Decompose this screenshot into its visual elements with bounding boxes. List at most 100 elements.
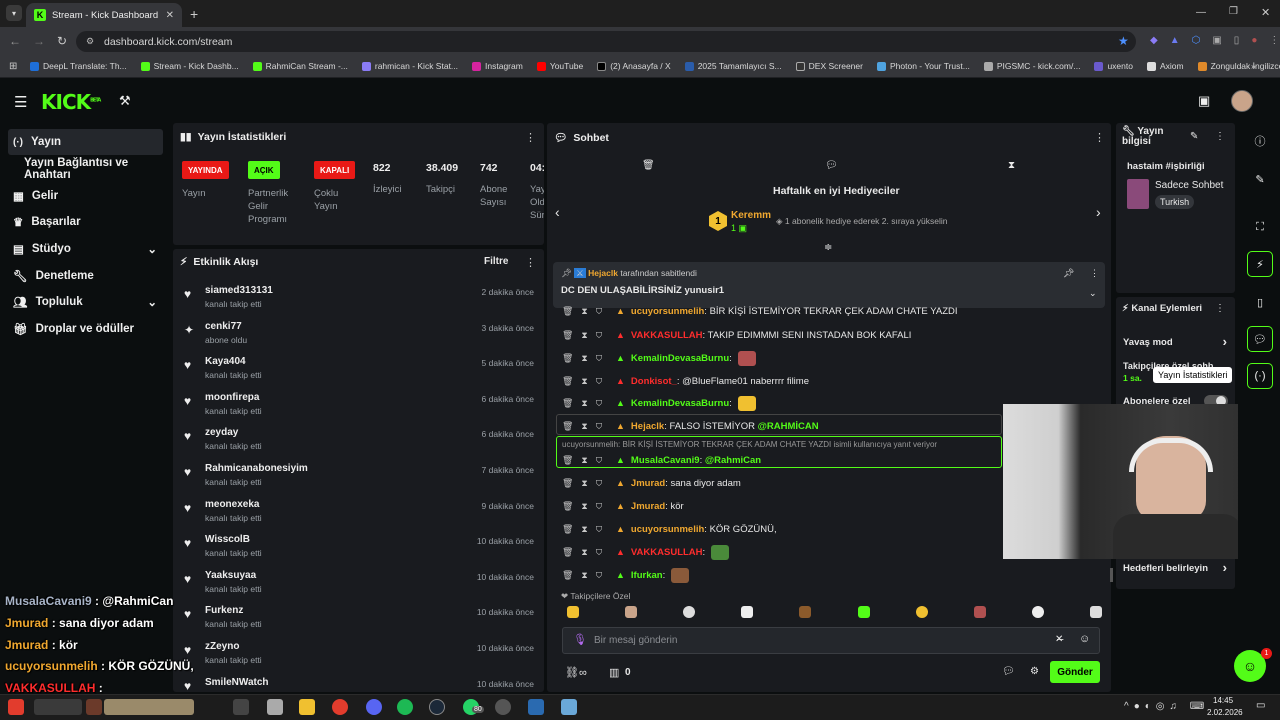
hamburger-menu-icon[interactable]: ☰ [14, 93, 27, 111]
browser-tab-active[interactable]: K Stream - Kick Dashboard ✕ [26, 3, 182, 27]
sidebar-item-stream-key[interactable]: Yayın Bağlantısı ve Anahtarı [8, 156, 172, 182]
activity-event[interactable]: ♥ meonexeka kanalı takip etti 9 dakika önce [184, 499, 536, 533]
slow-mode-item[interactable]: Yavaş mod › [1123, 334, 1229, 349]
channel-actions-menu-icon[interactable]: ⋮ [1215, 303, 1225, 314]
emote-icon[interactable] [683, 606, 696, 618]
emote-icon[interactable] [741, 606, 754, 618]
discord-icon[interactable] [366, 699, 382, 715]
chat-message[interactable]: 🗑︎⧗⛉ ▲ KemalinDevasaBurnu: [562, 393, 1002, 413]
chat-message[interactable]: 🗑︎⧗⛉ ▲ ucuyorsunmelih: KÖR GÖZÜNÜ, [562, 519, 1002, 539]
taskbar-app-icon[interactable] [528, 699, 544, 715]
chat-username[interactable]: KemalinDevasaBurnu [631, 353, 729, 364]
reload-icon[interactable]: ↻ [57, 34, 67, 48]
hourglass-tab-icon[interactable]: ⧗ [1008, 160, 1015, 171]
sidebar-toggle-icon[interactable]: ▯ [1234, 35, 1240, 46]
sidebar-item-yayin[interactable]: (·) Yayın [8, 129, 163, 155]
activity-event[interactable]: ♥ WisscolB kanalı takip etti 10 dakika önce [184, 534, 536, 568]
taskbar-app-icon[interactable] [86, 699, 102, 715]
message-mod-tools[interactable]: 🗑︎⧗⛉ [562, 570, 610, 581]
event-user[interactable]: Yaaksuyaa [205, 570, 256, 581]
quick-action-icon[interactable]: ⚡︎ [1247, 251, 1273, 277]
site-info-icon[interactable]: ⚙ [86, 36, 94, 47]
bookmark-item[interactable]: Instagram [472, 61, 523, 71]
message-mod-tools[interactable]: 🗑︎⧗⛉ [562, 501, 610, 512]
kick-logo[interactable]: KICKBETA [41, 90, 101, 114]
sidebar-item-topluluk[interactable]: 👥︎ Topluluk ⌄ [8, 289, 163, 315]
message-mod-tools[interactable]: 🗑︎⧗⛉ [562, 330, 610, 341]
taskbar-app-icon[interactable] [495, 699, 511, 715]
bookmarks-overflow-icon[interactable]: » [1251, 61, 1256, 71]
event-user[interactable]: zZeyno [205, 641, 239, 652]
emote-icon[interactable] [857, 606, 870, 618]
tab-search-button[interactable]: ▾ [6, 5, 22, 21]
taskbar-app-icon[interactable] [34, 699, 82, 715]
chat-message[interactable]: 🗑︎⧗⛉ ▲ ucuyorsunmelih: BİR KİŞİ İSTEMİYOR … [562, 304, 1002, 318]
event-user[interactable]: cenki77 [205, 321, 242, 332]
bookmark-item[interactable]: DeepL Translate: Th... [30, 61, 127, 71]
chat-rail-icon[interactable]: 💬︎ [1247, 326, 1273, 352]
bookmark-item[interactable]: Photon - Your Trust... [876, 61, 970, 71]
extension-icons[interactable]: ◆ ▲ ⬡ ▣ ▯ ● ⋮ [1150, 35, 1279, 46]
stats-menu-icon[interactable]: ⋮ [525, 131, 536, 144]
apps-grid-icon[interactable]: ⊞ [9, 61, 17, 72]
chat-tab-icon[interactable]: 💬︎ [825, 160, 838, 171]
mic-icon[interactable]: 🎙︎ [573, 633, 587, 646]
emote-icon[interactable] [799, 606, 812, 618]
event-user[interactable]: Furkenz [205, 605, 243, 616]
edit-icon[interactable]: ✎ [1247, 166, 1273, 192]
sidebar-item-basarilar[interactable]: ♛ Başarılar [8, 209, 163, 235]
goals-item[interactable]: Hedefleri belirleyin › [1123, 560, 1229, 575]
start-icon[interactable] [8, 699, 24, 715]
bookmark-item[interactable]: YouTube [536, 61, 583, 71]
bookmark-item[interactable]: RahmiCan Stream -... [252, 61, 348, 71]
bookmark-item[interactable]: rahmican - Kick Stat... [361, 61, 458, 71]
pinned-menu-icon[interactable]: ⋮ [1090, 268, 1099, 279]
taskbar-app-icon[interactable] [104, 699, 194, 715]
emote-icon[interactable] [625, 606, 638, 618]
chat-settings-bubble-icon[interactable]: 💬︎ [1002, 666, 1015, 677]
extension-3-icon[interactable]: ⬡ [1192, 35, 1201, 46]
chat-message[interactable]: 🗑︎⧗⛉ ▲ Jmurad: kör [562, 496, 1002, 516]
message-mod-tools[interactable]: 🗑︎⧗⛉ [562, 524, 610, 535]
bookmark-item[interactable]: uxento [1094, 61, 1133, 71]
stream-info-menu-icon[interactable]: ⋮ [1215, 131, 1225, 142]
activity-event[interactable]: ♥ Rahmicanabonesiyim kanalı takip etti 7 da… [184, 463, 536, 497]
activity-event[interactable]: ♥ Furkenz kanalı takip etti 10 dakika önce [184, 605, 536, 639]
steam-icon[interactable] [429, 699, 445, 715]
emoji-icon[interactable]: ☺ [1079, 633, 1090, 645]
bookmark-item[interactable]: Axiom [1146, 61, 1184, 71]
bookmark-item[interactable]: (2) Anasayfa / X [597, 61, 671, 71]
window-minimize-icon[interactable]: — [1196, 7, 1206, 18]
event-user[interactable]: zeyday [205, 427, 238, 438]
message-mod-tools[interactable]: 🗑︎⧗⛉ [562, 398, 610, 409]
file-explorer-icon[interactable] [299, 699, 315, 715]
settings-gear-icon[interactable]: ⚙ [1030, 666, 1039, 677]
menu-dots-icon[interactable]: ⋮ [1269, 35, 1279, 46]
chat-username[interactable]: ucuyorsunmelih [631, 306, 704, 317]
send-button[interactable]: Gönder [1050, 661, 1100, 683]
event-user[interactable]: WisscolB [205, 534, 250, 545]
inbox-icon[interactable]: ▥ [609, 666, 619, 679]
extension-1-icon[interactable]: ◆ [1150, 35, 1158, 46]
sidebar-item-droplar[interactable]: 🎁︎ Droplar ve ödüller [8, 316, 163, 342]
profile-avatar[interactable]: ● [1251, 35, 1257, 46]
sidebar-item-studyo[interactable]: ▤ Stüdyo ⌄ [8, 236, 163, 262]
bookmark-item[interactable]: PIGSMC - kick.com/... [983, 61, 1080, 71]
bookmark-item[interactable]: Stream - Kick Dashb... [140, 61, 239, 71]
chat-username[interactable]: KemalinDevasaBurnu [631, 398, 729, 409]
emote-bar[interactable] [567, 606, 1102, 620]
chat-message[interactable]: 🗑︎⧗⛉ ▲ Donkisot_: @BlueFlame01 naberrrr fi… [562, 371, 1002, 391]
screenshot-icon[interactable]: ⛶ [1247, 214, 1273, 240]
scrollbar[interactable] [1110, 568, 1113, 582]
emote-icon[interactable] [567, 606, 579, 618]
task-view-icon[interactable] [233, 699, 249, 715]
edit-pencil-icon[interactable]: ✎ [1190, 131, 1198, 142]
event-user[interactable]: meonexeka [205, 499, 259, 510]
sidebar-item-denetleme[interactable]: 🔧︎ Denetleme [8, 263, 163, 289]
chevron-left-icon[interactable]: ‹ [555, 204, 560, 220]
chat-message[interactable]: 🗑︎⧗⛉ ▲ Ifurkan: [562, 565, 1002, 585]
event-user[interactable]: SmileNWatch [205, 677, 269, 688]
emote-icon[interactable] [915, 606, 928, 618]
window-restore-icon[interactable]: ❐ [1229, 6, 1238, 17]
message-mod-tools[interactable]: 🗑︎⧗⛉ [562, 376, 610, 387]
